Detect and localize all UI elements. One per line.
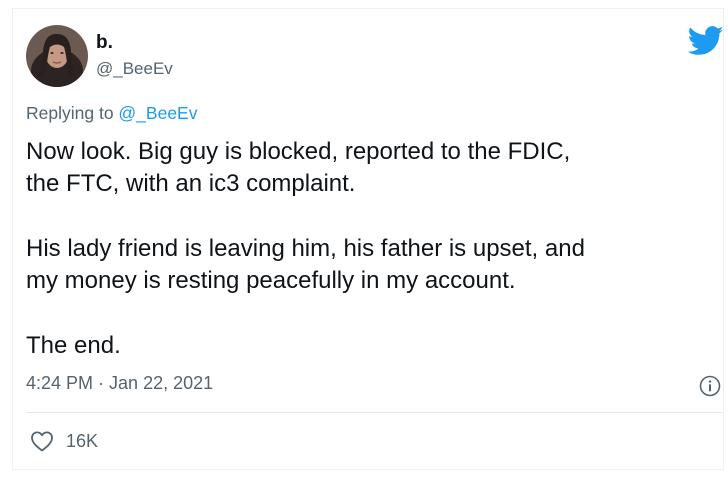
tweet-timestamp[interactable]: 4:24 PM · Jan 22, 2021 [26, 373, 213, 394]
avatar[interactable] [26, 25, 88, 87]
tweet-line: the FTC, with an ic3 complaint. [26, 170, 356, 197]
replying-to-prefix: Replying to [26, 103, 119, 123]
replying-to-handle-link[interactable]: @_BeeEv [118, 103, 197, 123]
tweet-date: Jan 22, 2021 [109, 373, 214, 393]
tweet-line: The end. [26, 332, 121, 359]
tweet-line: my money is resting peacefully in my acc… [26, 267, 516, 294]
display-name[interactable]: b. [96, 32, 113, 54]
info-icon[interactable] [699, 375, 721, 397]
tweet-body: Now look. Big guy is blocked, reported t… [26, 136, 716, 362]
heart-icon[interactable] [30, 430, 54, 452]
user-handle[interactable]: @_BeeEv [96, 59, 173, 79]
divider [26, 412, 722, 413]
twitter-bird-icon[interactable] [688, 26, 724, 56]
replying-to: Replying to @_BeeEv [26, 103, 197, 124]
meta-separator: · [93, 373, 110, 393]
like-count: 16K [66, 431, 99, 451]
tweet-line: His lady friend is leaving him, his fath… [26, 235, 585, 262]
tweet-line: Now look. Big guy is blocked, reported t… [26, 138, 571, 165]
tweet-time: 4:24 PM [26, 373, 94, 393]
